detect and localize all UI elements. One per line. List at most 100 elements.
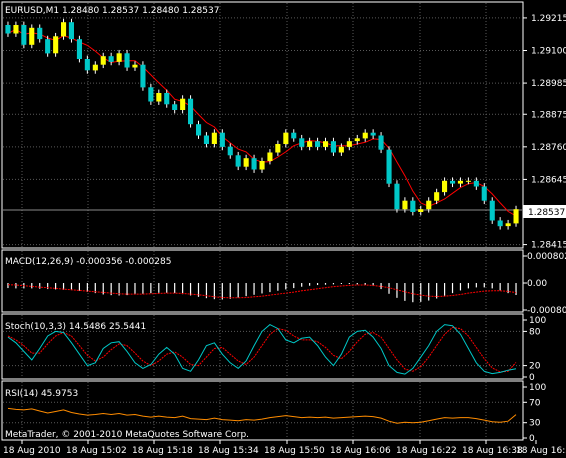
candle-body [156,93,162,102]
candle-body [180,98,186,110]
candle-body [251,158,257,170]
candle-body [346,141,352,147]
candle-body [235,155,241,167]
candle-body [315,141,321,147]
time-label: 18 Aug 16:06 [330,446,391,456]
candle-body [164,93,170,105]
candle [68,18,74,43]
time-label: 18 Aug 2010 [3,446,61,456]
price-tick-label: 1.28875 [531,110,566,120]
candle-body [124,53,130,68]
candle [76,35,82,63]
candle-body [92,64,98,71]
candle-body [5,25,11,34]
candle-body [323,141,329,147]
candle-body [426,200,432,210]
candle-body [259,161,265,170]
trading-chart[interactable]: EURUSD,M1 1.28480 1.28537 1.28480 1.2853… [0,0,566,458]
candle-body [434,192,440,201]
candle-body [140,64,146,88]
candle-body [457,180,463,184]
candle-body [172,104,178,110]
macd-header: MACD(12,26,9) -0.000356 -0.000285 [5,257,171,267]
time-label: 18 Aug 15:18 [132,446,193,456]
candle-body [227,146,233,156]
candle-body [196,124,202,136]
price-tick-label: 1.28645 [531,175,566,185]
candle [489,197,495,224]
rsi-tick-label: 30 [529,419,541,429]
candle-body [37,27,43,40]
candle-body [21,25,27,45]
candle-body [211,132,217,144]
current-price-label: 1.28537 [528,208,565,218]
candle-body [267,152,273,161]
candle-body [84,59,90,71]
candle [21,21,27,49]
watermark: MetaTrader, © 2001-2010 MetaQuotes Softw… [5,430,249,440]
candle-body [108,56,114,62]
candle-body [307,141,313,147]
macd-tick-label: -0.000801 [527,306,566,316]
candle-body [76,39,82,59]
candle-body [362,132,368,139]
macd-tick-label: 0.000802 [527,252,566,262]
time-label: 18 Aug 16:5 [516,446,566,456]
stochastic-tick-label: 80 [529,327,541,337]
candle-body [497,220,503,227]
candle-body [116,53,122,62]
candle-body [132,64,138,68]
candle-body [370,132,376,136]
price-tick-label: 1.28985 [531,79,566,89]
candle-body [100,56,106,65]
rsi-tick-label: 70 [529,398,541,408]
candle-body [354,138,360,142]
candle-body [402,200,408,210]
current-price-marker: 1.28537 [523,205,566,218]
stochastic-tick-label: 20 [529,362,541,372]
candle-body [29,27,35,45]
candle [29,24,35,49]
rsi-tick-label: 0 [529,434,535,444]
price-tick-label: 1.28415 [531,241,566,251]
candle-body [203,135,209,144]
candle-body [410,200,416,212]
candle-body [450,180,456,184]
candle-body [61,22,67,37]
stochastic-tick-label: 0 [529,373,535,383]
candle-body [338,146,344,153]
candle-body [219,132,225,147]
candle-body [378,135,384,150]
price-tick-label: 1.28760 [531,143,566,153]
rsi-header: RSI(14) 45.9753 [5,389,78,399]
time-label: 18 Aug 16:38 [462,446,523,456]
candle-body [188,98,194,125]
candle-body [45,39,51,54]
candle-body [275,144,281,153]
stochastic-header: Stoch(10,3,3) 14.5486 25.5441 [5,322,146,332]
candle-body [505,223,511,227]
candle-body [465,180,471,182]
stochastic-tick-label: 100 [529,316,546,326]
candle [140,61,146,91]
time-label: 18 Aug 15:02 [66,446,127,456]
candle-body [394,183,400,210]
candle-body [13,25,19,34]
candle [188,95,194,128]
candle-body [53,36,59,54]
candle-body [291,132,297,139]
price-tick-label: 1.29100 [531,47,566,57]
candle-body [68,22,74,40]
candle-body [299,138,305,147]
candle [53,32,59,57]
candle [394,180,400,213]
candle-body [489,200,495,221]
time-label: 18 Aug 15:34 [198,446,259,456]
candle-body [330,141,336,153]
time-label: 18 Aug 15:50 [264,446,325,456]
candle-body [148,87,154,102]
candle-body [243,158,249,167]
price-tick-label: 1.29215 [531,14,566,24]
rsi-tick-label: 100 [529,383,546,393]
candle-body [442,180,448,193]
